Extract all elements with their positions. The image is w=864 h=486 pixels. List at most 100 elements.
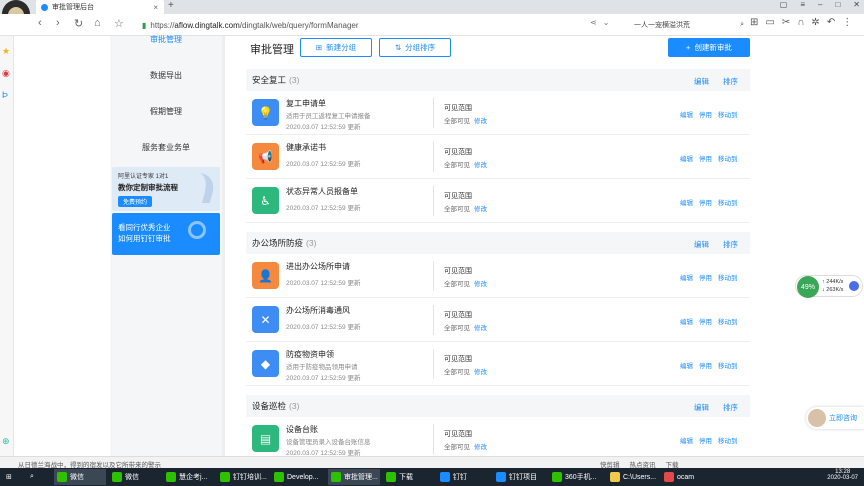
close-window-icon[interactable]: ✕ — [853, 0, 860, 9]
sidebar-item-data-export[interactable]: 数据导出 — [110, 70, 222, 81]
modify-link[interactable]: 修改 — [474, 369, 487, 376]
sidebar-item-service-suite[interactable]: 服务套业务单 — [110, 142, 222, 153]
reload-icon[interactable]: ↻ — [74, 17, 83, 30]
disable-link[interactable]: 停用 — [699, 153, 712, 163]
modify-link[interactable]: 修改 — [474, 118, 487, 125]
share-icon[interactable]: ⋖ — [590, 18, 597, 27]
taskbar-item[interactable]: 审批管理... — [328, 469, 380, 485]
move-to-link[interactable]: 移动到 — [718, 153, 738, 163]
disable-link[interactable]: 停用 — [699, 197, 712, 207]
search-icon[interactable]: ⌕ — [740, 21, 744, 29]
approval-row[interactable]: ✕ 办公场所消毒通风 2020.03.07 12:52:59 更新 可见范围 全… — [246, 299, 750, 342]
undo-icon[interactable]: ↶ — [827, 17, 835, 28]
taskbar-search-icon[interactable]: ⌕ — [30, 469, 34, 485]
approval-row[interactable]: ▤ 设备台账 设备管理员录入设备台账信息 2020.03.07 12:52:59… — [246, 418, 750, 461]
back-icon[interactable]: ‹ — [38, 17, 42, 29]
move-to-link[interactable]: 移动到 — [718, 360, 738, 370]
promo-banner-peer-cases[interactable]: 看同行优秀企业 如何用钉钉审批 — [112, 213, 220, 255]
create-approval-button[interactable]: + 创建新审批 — [668, 38, 750, 57]
headphones-icon[interactable]: ∩ — [797, 17, 804, 28]
forward-icon[interactable]: › — [56, 17, 60, 29]
modify-link[interactable]: 修改 — [474, 325, 487, 332]
bookmark-star-icon[interactable]: ☆ — [114, 17, 124, 30]
minimize-icon[interactable]: – — [818, 0, 822, 9]
browser-tab[interactable]: 审批管理后台 × — [36, 0, 164, 14]
taskbar-item[interactable]: Develop... — [274, 469, 319, 485]
accelerate-icon[interactable] — [849, 281, 859, 291]
extensions-icon[interactable]: ✲ — [811, 17, 819, 28]
approval-row[interactable]: ◆ 防疫物资申领 适用于防疫物品领用申请 2020.03.07 12:52:59… — [246, 343, 750, 386]
search-box[interactable]: 一人一宠横溢洪荒 ⌕ — [634, 18, 744, 32]
network-speed-widget[interactable]: 49% ↑ 244K/s ↓ 263K/s — [795, 275, 863, 298]
new-group-button[interactable]: ⊞ 新建分组 — [300, 38, 372, 57]
favorites-star-icon[interactable]: ★ — [2, 46, 10, 57]
disable-link[interactable]: 停用 — [699, 272, 712, 282]
home-icon[interactable]: ⌂ — [94, 17, 101, 29]
app-p-icon[interactable]: Þ — [2, 90, 8, 100]
promo-banner-custom-flow[interactable]: 阿里认证专家 1对1 教你定制审批流程 免费预约 — [112, 167, 220, 211]
globe-icon[interactable]: ⊕ — [2, 436, 10, 447]
group-edit-link[interactable]: 编辑 — [694, 239, 709, 250]
search-input[interactable]: 一人一宠横溢洪荒 — [634, 20, 690, 30]
disable-link[interactable]: 停用 — [699, 316, 712, 326]
menu-icon[interactable]: ≡ — [800, 0, 805, 9]
taskbar-item[interactable]: 微信 — [54, 469, 106, 485]
modify-link[interactable]: 修改 — [474, 206, 487, 213]
disable-link[interactable]: 停用 — [699, 109, 712, 119]
consult-now-button[interactable]: 立即咨询 — [829, 413, 857, 423]
start-button[interactable]: ⊞ — [6, 469, 12, 485]
move-to-link[interactable]: 移动到 — [718, 316, 738, 326]
sidebar-scrollbar[interactable] — [222, 36, 225, 456]
taskbar-item[interactable]: 下载 — [386, 469, 413, 485]
edit-link[interactable]: 编辑 — [680, 153, 693, 163]
dropdown-icon[interactable]: ⌄ — [603, 18, 610, 27]
cut-icon[interactable]: ✂ — [782, 17, 790, 28]
free-booking-button[interactable]: 免费预约 — [118, 196, 153, 207]
group-sort-link[interactable]: 排序 — [723, 239, 738, 250]
edit-link[interactable]: 编辑 — [680, 316, 693, 326]
move-to-link[interactable]: 移动到 — [718, 109, 738, 119]
group-sort-link[interactable]: 排序 — [723, 402, 738, 413]
taskbar-item[interactable]: 钉钉 — [440, 469, 467, 485]
move-to-link[interactable]: 移动到 — [718, 197, 738, 207]
skin-icon[interactable]: ▢ — [780, 0, 788, 9]
taskbar-item[interactable]: 钉钉项目 — [496, 469, 537, 485]
group-edit-link[interactable]: 编辑 — [694, 76, 709, 87]
edit-link[interactable]: 编辑 — [680, 109, 693, 119]
edit-link[interactable]: 编辑 — [680, 272, 693, 282]
taskbar-item[interactable]: 360手机... — [552, 469, 597, 485]
taskbar-item[interactable]: ocam — [664, 469, 694, 485]
weibo-icon[interactable]: ◉ — [2, 68, 10, 79]
modify-link[interactable]: 修改 — [474, 281, 487, 288]
edit-link[interactable]: 编辑 — [680, 197, 693, 207]
approval-row[interactable]: 💡 复工申请单 适用于员工返程复工申请报备 2020.03.07 12:52:5… — [246, 92, 750, 135]
taskbar-item[interactable]: 慧企考j... — [166, 469, 207, 485]
grid-icon[interactable]: ⊞ — [750, 17, 758, 28]
group-sort-link[interactable]: 排序 — [723, 76, 738, 87]
approval-row[interactable]: 👤 进出办公场所申请 2020.03.07 12:52:59 更新 可见范围 全… — [246, 255, 750, 298]
taskbar-item[interactable]: 钉钉培训... — [220, 469, 267, 485]
disable-link[interactable]: 停用 — [699, 435, 712, 445]
sidebar-item-approval-manage[interactable]: 审批管理 — [110, 34, 222, 45]
edit-link[interactable]: 编辑 — [680, 360, 693, 370]
disable-link[interactable]: 停用 — [699, 360, 712, 370]
close-tab-icon[interactable]: × — [153, 3, 158, 12]
taskbar-item[interactable]: C:\Users... — [610, 469, 656, 485]
modify-link[interactable]: 修改 — [474, 444, 487, 451]
maximize-icon[interactable]: □ — [835, 0, 840, 9]
move-to-link[interactable]: 移动到 — [718, 272, 738, 282]
group-edit-link[interactable]: 编辑 — [694, 402, 709, 413]
address-bar[interactable]: ▮ https://aflow.dingtalk.com/dingtalk/we… — [142, 17, 602, 33]
taskbar-item[interactable]: 微信 — [112, 469, 139, 485]
collection-icon[interactable]: ▭ — [765, 17, 774, 28]
group-sort-button[interactable]: ⇅ 分组排序 — [379, 38, 451, 57]
consult-widget[interactable]: 立即咨询 — [806, 407, 864, 429]
system-clock[interactable]: 13:28 2020-03-07 — [827, 469, 858, 481]
more-icon[interactable]: ⋮ — [842, 17, 852, 28]
move-to-link[interactable]: 移动到 — [718, 435, 738, 445]
edit-link[interactable]: 编辑 — [680, 435, 693, 445]
approval-row[interactable]: ♿ 状态异常人员报备单 2020.03.07 12:52:59 更新 可见范围 … — [246, 180, 750, 223]
new-tab-button[interactable]: + — [168, 0, 174, 11]
sidebar-item-leave-manage[interactable]: 假期管理 — [110, 106, 222, 117]
approval-row[interactable]: 📢 健康承诺书 2020.03.07 12:52:59 更新 可见范围 全部可见… — [246, 136, 750, 179]
